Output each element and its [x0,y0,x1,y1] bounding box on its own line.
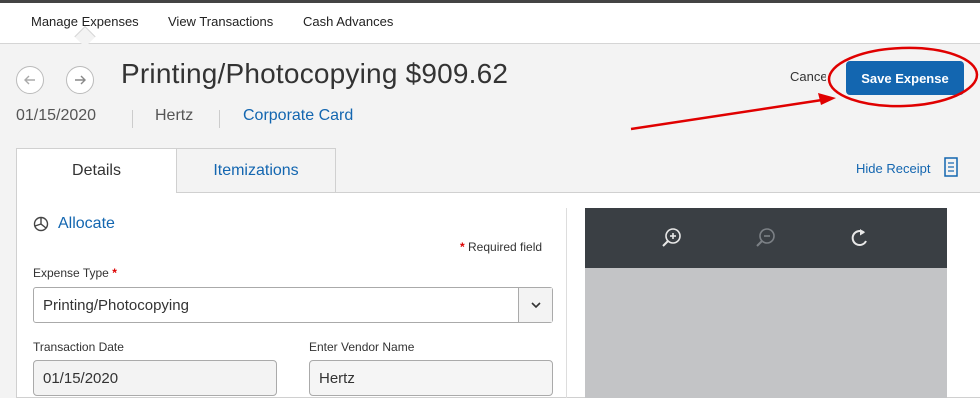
rotate-icon[interactable] [848,226,872,250]
divider [219,110,220,128]
zoom-out-icon[interactable] [754,226,778,250]
transaction-date-label: Transaction Date [33,340,124,354]
save-expense-button[interactable]: Save Expense [846,61,964,95]
zoom-in-icon[interactable] [660,226,684,250]
expense-type-label-wrap: Expense Type * [33,266,117,280]
receipt-viewer [585,268,947,398]
transaction-date-field[interactable]: 01/15/2020 [33,360,277,396]
next-expense-button[interactable] [66,66,94,94]
chevron-down-icon [530,302,541,309]
expense-vendor: Hertz [155,107,194,124]
tab-details[interactable]: Details [16,148,177,193]
required-marker: * [460,240,465,254]
expense-type-value: Printing/Photocopying [43,297,189,314]
receipt-icon[interactable] [944,157,958,177]
nav-cash-advances[interactable]: Cash Advances [303,14,393,29]
nav-manage-expenses[interactable]: Manage Expenses [31,14,139,29]
required-field-note: * Required field [460,240,542,254]
vendor-name-field[interactable]: Hertz [309,360,553,396]
vendor-name-label: Enter Vendor Name [309,340,415,354]
expense-type-label: Expense Type [33,266,109,280]
previous-expense-button[interactable] [16,66,44,94]
hide-receipt-link[interactable]: Hide Receipt [856,161,930,176]
tab-itemizations[interactable]: Itemizations [176,148,336,193]
divider [132,110,133,128]
expense-type-dropdown-button[interactable] [518,288,552,322]
page-title: Printing/Photocopying $909.62 [121,58,509,89]
required-text: Required field [468,240,543,254]
arrow-left-icon [24,75,35,85]
allocate-link[interactable]: Allocate [58,215,115,233]
panel-divider [566,208,567,398]
top-nav: Manage Expenses View Transactions Cash A… [0,0,980,44]
pie-chart-icon [33,216,49,232]
nav-view-transactions[interactable]: View Transactions [168,14,273,29]
expense-type-select[interactable]: Printing/Photocopying [33,287,553,323]
expense-date: 01/15/2020 [16,107,97,124]
cancel-button[interactable]: Cancel [790,69,826,84]
required-marker: * [112,266,117,280]
arrow-right-icon [75,75,86,85]
payment-type-link[interactable]: Corporate Card [243,107,353,125]
